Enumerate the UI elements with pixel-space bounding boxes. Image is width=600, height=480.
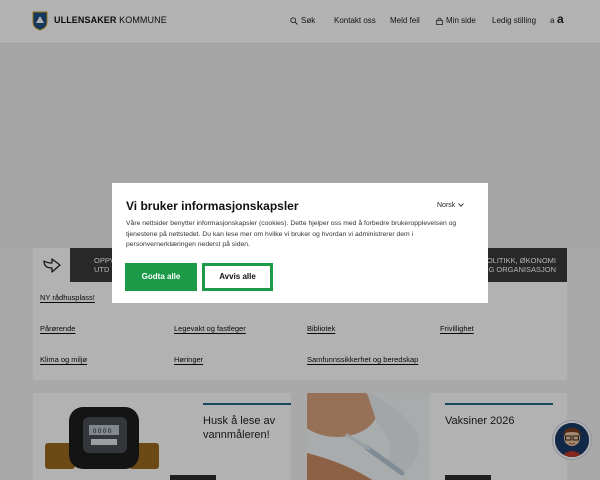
cookie-dialog-title: Vi bruker informasjonskapsler — [126, 199, 299, 213]
language-select-value: Norsk — [437, 202, 456, 209]
cookie-dialog-text: Våre nettsider benytter informasjonskaps… — [126, 220, 457, 248]
accept-all-button[interactable]: Godta alle — [125, 263, 197, 291]
language-select[interactable]: Norsk — [437, 202, 465, 209]
chevron-down-icon — [458, 203, 465, 207]
reject-all-button[interactable]: Avvis alle — [202, 263, 273, 291]
cookie-consent-dialog: Vi bruker informasjonskapsler Norsk Våre… — [112, 183, 488, 303]
